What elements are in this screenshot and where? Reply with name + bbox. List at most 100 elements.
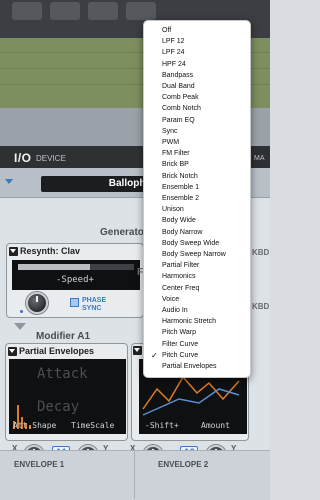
menu-item-label: Body Sweep Narrow: [162, 251, 226, 258]
modifier-section-label: Modifier A1: [36, 331, 91, 342]
menu-item-label: Brick Notch: [162, 172, 198, 180]
menu-item[interactable]: Ensemble 1: [144, 182, 250, 193]
menu-item-label: Body Sweep Wide: [162, 239, 220, 247]
menu-item[interactable]: Unison: [144, 204, 250, 215]
resynth-screen: -Speed+: [12, 260, 140, 290]
menu-item[interactable]: Param EQ: [144, 115, 250, 126]
menu-item[interactable]: LPF 24: [144, 47, 250, 58]
partial-envelopes-screen: Attack Decay Att.Shape TimeScale: [9, 359, 126, 434]
envelope-1-label[interactable]: ENVELOPE 1: [14, 460, 64, 469]
menu-item-label: Pitch Warp: [162, 329, 196, 337]
partial-envelopes-header[interactable]: Partial Envelopes: [8, 346, 94, 356]
menu-item[interactable]: Comb Peak: [144, 92, 250, 103]
menu-item-label: Harmonic Stretch: [162, 318, 217, 326]
amount-label: Amount: [201, 421, 230, 430]
menu-item-label: Filter Curve: [162, 340, 199, 348]
menu-item[interactable]: Partial Filter: [144, 260, 250, 271]
menu-item[interactable]: Filter Curve: [144, 339, 250, 350]
menu-item-label: Param EQ: [162, 116, 195, 124]
menu-item[interactable]: Pitch Warp: [144, 327, 250, 338]
timescale-label: TimeScale: [71, 421, 115, 430]
menu-item-label: Comb Peak: [162, 94, 199, 102]
menu-item-label: Sync: [162, 127, 178, 135]
menu-item[interactable]: LPF 12: [144, 36, 250, 47]
menu-item[interactable]: HPF 24: [144, 59, 250, 70]
menu-item-label: Bandpass: [162, 71, 194, 79]
menu-item[interactable]: ✓ Pitch Curve: [144, 350, 250, 361]
speed-slider-fill: [18, 264, 90, 270]
resynth-header[interactable]: Resynth: Clav: [9, 246, 80, 256]
menu-item-label: Body Wide: [162, 217, 196, 225]
menu-item[interactable]: Dual Band: [144, 81, 250, 92]
menu-item[interactable]: Body Wide: [144, 215, 250, 226]
header-right-label: MA: [254, 155, 265, 162]
kbd-label-bottom: KBD: [252, 302, 270, 311]
menu-item[interactable]: Audio In: [144, 305, 250, 316]
menu-item[interactable]: Bandpass: [144, 70, 250, 81]
menu-item[interactable]: Brick BP: [144, 159, 250, 170]
toolbar-tab[interactable]: [50, 2, 80, 20]
filter-type-menu[interactable]: Off LPF 12 LPF 24 HPF 24 Bandpass Dual Band Co…: [143, 20, 251, 378]
envelope-2-label[interactable]: ENVELOPE 2: [158, 460, 208, 469]
device-title: I/O: [14, 151, 32, 165]
menu-item[interactable]: Body Narrow: [144, 227, 250, 238]
menu-item-label: LPF 12: [162, 38, 185, 46]
menu-item-label: Ensemble 2: [162, 195, 199, 202]
envelope-bar: [0, 450, 270, 500]
menu-item-label: Comb Notch: [162, 105, 201, 113]
menu-item-label: Center Freq: [162, 284, 200, 292]
dropdown-icon[interactable]: [133, 346, 142, 355]
kbd-label-top: KBD: [252, 248, 270, 257]
menu-item[interactable]: Center Freq: [144, 283, 250, 294]
menu-item[interactable]: Off: [144, 25, 250, 36]
menu-item[interactable]: Brick Notch: [144, 171, 250, 182]
modifier-a2-header[interactable]: [133, 346, 142, 355]
menu-item[interactable]: FM Filter: [144, 148, 250, 159]
menu-item-label: LPF 24: [162, 49, 185, 57]
collapse-device-icon[interactable]: [5, 179, 13, 184]
menu-item-label: PWM: [162, 139, 180, 146]
phase-sync-checkbox[interactable]: [70, 298, 79, 307]
menu-item-label: Partial Envelopes: [162, 363, 217, 370]
menu-item[interactable]: Ensemble 2: [144, 193, 250, 204]
attack-label: Attack: [37, 366, 88, 382]
speed-label: -Speed+: [56, 275, 94, 285]
partial-envelopes-title: Partial Envelopes: [19, 346, 95, 356]
menu-item-label: Ensemble 1: [162, 183, 199, 191]
att-shape-label: Att.Shape: [13, 421, 57, 430]
toolbar-tab[interactable]: [12, 2, 42, 20]
menu-item[interactable]: Harmonics: [144, 271, 250, 282]
checkmark-icon: ✓: [151, 350, 158, 360]
menu-item[interactable]: Partial Envelopes: [144, 361, 250, 372]
menu-item-label: HPF 24: [162, 60, 186, 68]
dropdown-icon[interactable]: [8, 346, 17, 356]
knob-marker: [20, 310, 23, 313]
menu-item[interactable]: Voice: [144, 294, 250, 305]
shift-label: -Shift+: [145, 421, 179, 430]
generator-section-label: Generator: [100, 227, 148, 238]
menu-item-label: Voice: [162, 295, 180, 303]
menu-item[interactable]: Body Sweep Narrow: [144, 249, 250, 260]
decay-label: Decay: [37, 399, 80, 415]
menu-item[interactable]: Sync: [144, 126, 250, 137]
menu-item-label: Body Narrow: [162, 228, 203, 236]
expand-arrow-icon[interactable]: [14, 323, 26, 330]
menu-item-label: FM Filter: [162, 150, 190, 158]
envelope-divider: [134, 451, 135, 499]
toolbar-tab[interactable]: [88, 2, 118, 20]
menu-item[interactable]: PWM: [144, 137, 250, 148]
resynth-title: Resynth: Clav: [20, 246, 81, 256]
menu-item[interactable]: Body Sweep Wide: [144, 238, 250, 249]
speed-knob[interactable]: [26, 292, 48, 314]
menu-item[interactable]: Harmonic Stretch: [144, 316, 250, 327]
menu-item[interactable]: Comb Notch: [144, 103, 250, 114]
phase-sync-label: PHASE SYNC: [82, 297, 107, 312]
dropdown-icon[interactable]: [9, 246, 18, 256]
menu-item-label: Dual Band: [162, 83, 195, 90]
menu-item-label: Pitch Curve: [162, 351, 199, 359]
device-subtitle: DEVICE: [36, 154, 66, 163]
menu-item-label: Partial Filter: [162, 262, 200, 270]
speed-slider-track[interactable]: [18, 264, 134, 270]
menu-item-label: Audio In: [162, 307, 188, 314]
toolbar-tab[interactable]: [126, 2, 156, 20]
